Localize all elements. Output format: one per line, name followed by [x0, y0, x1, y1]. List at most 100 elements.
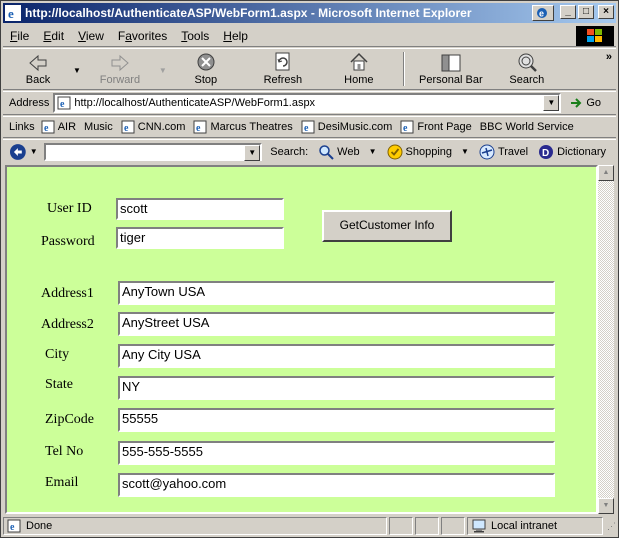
- link-marcus-theatres[interactable]: e Marcus Theatres: [193, 120, 293, 134]
- svg-text:e: e: [196, 123, 201, 134]
- personal-bar-label: Personal Bar: [419, 74, 483, 86]
- web-dropdown-icon[interactable]: ▼: [369, 147, 377, 156]
- personal-bar-button[interactable]: Personal Bar: [411, 49, 491, 89]
- search-button[interactable]: Search: [491, 49, 563, 89]
- back-label: Back: [25, 74, 51, 86]
- menu-view[interactable]: View: [71, 29, 111, 43]
- search-shopping-label: Shopping: [405, 145, 453, 158]
- address1-label: Address1: [41, 286, 94, 301]
- search-label: Search: [509, 74, 545, 86]
- menu-tools-rest: ools: [187, 28, 210, 43]
- back-dropdown-icon[interactable]: ▼: [73, 49, 81, 89]
- address2-label: Address2: [41, 317, 94, 332]
- links-bar: Links e AIR Music e CNN.com e Marcus The…: [3, 116, 616, 138]
- stop-icon: [197, 53, 215, 71]
- link-cnn[interactable]: e CNN.com: [121, 120, 185, 134]
- password-label: Password: [41, 234, 95, 249]
- search-logo-dropdown-icon[interactable]: ▼: [30, 147, 38, 156]
- email-label: Email: [45, 475, 79, 490]
- search-toolbar-input[interactable]: ▼: [43, 142, 263, 161]
- window-title: http://localhost/AuthenticateASP/WebForm…: [25, 6, 472, 20]
- home-icon: [350, 52, 368, 71]
- link-music[interactable]: Music: [84, 121, 113, 133]
- toolbar-more-chevron[interactable]: »: [606, 51, 612, 63]
- get-customer-info-button[interactable]: GetCustomer Info: [322, 210, 452, 242]
- status-bar: e Done Local intranet ⋰: [3, 516, 616, 536]
- refresh-button[interactable]: Refresh: [245, 49, 321, 89]
- local-intranet-icon: [472, 519, 486, 533]
- forward-dropdown-icon[interactable]: ▼: [159, 49, 167, 89]
- link-desimusic-label: DesiMusic.com: [317, 121, 393, 133]
- back-button[interactable]: Back: [3, 49, 73, 89]
- state-input[interactable]: NY: [118, 376, 555, 400]
- user-id-input[interactable]: scott: [116, 198, 284, 220]
- zip-input[interactable]: 55555: [118, 408, 555, 432]
- svg-text:e: e: [10, 522, 15, 533]
- status-text-pane: e Done: [3, 517, 387, 535]
- link-bbc[interactable]: BBC World Service: [480, 121, 574, 133]
- menu-help-rest: elp: [231, 28, 248, 43]
- status-pane-progress: [389, 517, 413, 535]
- go-label: Go: [586, 97, 602, 109]
- vertical-scrollbar[interactable]: ▲ ▼: [598, 165, 614, 514]
- menu-bar: File Edit View Favorites Tools Help: [3, 25, 616, 47]
- menu-file[interactable]: File: [3, 29, 36, 43]
- title-bar[interactable]: e http://localhost/AuthenticateASP/WebFo…: [3, 3, 616, 23]
- home-label: Home: [344, 74, 374, 86]
- user-id-label: User ID: [47, 201, 92, 216]
- travel-plane-icon: [479, 144, 495, 159]
- menu-help[interactable]: Help: [216, 29, 255, 43]
- home-button[interactable]: Home: [321, 49, 397, 89]
- password-input[interactable]: tiger: [116, 227, 284, 249]
- city-input[interactable]: Any City USA: [118, 344, 555, 368]
- svg-text:e: e: [60, 99, 65, 110]
- scroll-down-button[interactable]: ▼: [598, 498, 614, 514]
- shopping-dropdown-icon[interactable]: ▼: [461, 147, 469, 156]
- search-shopping-button[interactable]: Shopping ▼: [387, 144, 469, 160]
- address1-input[interactable]: AnyTown USA: [118, 281, 555, 305]
- link-air[interactable]: e AIR: [41, 120, 76, 134]
- stop-button[interactable]: Stop: [167, 49, 245, 89]
- status-pane-lock: [415, 517, 439, 535]
- close-button[interactable]: ×: [598, 5, 614, 19]
- address2-input[interactable]: AnyStreet USA: [118, 312, 555, 336]
- city-label: City: [45, 347, 70, 362]
- ie-throbber-icon: e: [532, 5, 554, 21]
- search-travel-button[interactable]: Travel: [479, 144, 528, 160]
- search-web-label: Web: [337, 145, 360, 158]
- search-web-button[interactable]: Web ▼: [318, 144, 377, 160]
- scroll-up-button[interactable]: ▲: [598, 165, 614, 181]
- menu-help-accel: H: [223, 28, 232, 43]
- svg-text:e: e: [304, 123, 309, 134]
- status-page-icon: e: [7, 519, 21, 533]
- windows-logo-icon: [576, 26, 614, 46]
- svg-text:e: e: [403, 123, 408, 134]
- stop-label: Stop: [194, 74, 218, 86]
- menu-tools[interactable]: Tools: [174, 29, 216, 43]
- forward-button[interactable]: Forward: [81, 49, 159, 89]
- svg-text:e: e: [539, 9, 544, 19]
- status-text: Done: [26, 520, 53, 532]
- link-desimusic[interactable]: e DesiMusic.com: [301, 120, 393, 134]
- menu-favorites[interactable]: Favorites: [111, 29, 174, 43]
- svg-text:D: D: [542, 148, 549, 159]
- search-dictionary-button[interactable]: D Dictionary: [538, 144, 606, 160]
- minimize-button[interactable]: _: [560, 5, 576, 19]
- go-button[interactable]: Go: [569, 96, 601, 110]
- resize-grip-icon[interactable]: ⋰: [607, 521, 616, 532]
- menu-edit-rest: dit: [51, 28, 65, 43]
- zip-label: ZipCode: [45, 412, 94, 427]
- search-logo-icon[interactable]: [9, 143, 27, 161]
- link-front-page[interactable]: e Front Page: [400, 120, 472, 134]
- magnifier-icon: [319, 144, 334, 160]
- menu-edit[interactable]: Edit: [36, 29, 71, 43]
- menu-favorites-accel: a: [125, 28, 132, 43]
- address-input[interactable]: e http://localhost/AuthenticateASP/WebFo…: [53, 93, 562, 113]
- search-toolbar-dropdown[interactable]: ▼: [244, 144, 261, 161]
- status-pane-extra: [441, 517, 465, 535]
- maximize-button[interactable]: □: [578, 5, 594, 19]
- email-input[interactable]: scott@yahoo.com: [118, 473, 555, 497]
- tel-input[interactable]: 555-555-5555: [118, 441, 555, 465]
- address-dropdown-button[interactable]: ▼: [543, 95, 560, 111]
- link-page-icon: e: [400, 120, 414, 134]
